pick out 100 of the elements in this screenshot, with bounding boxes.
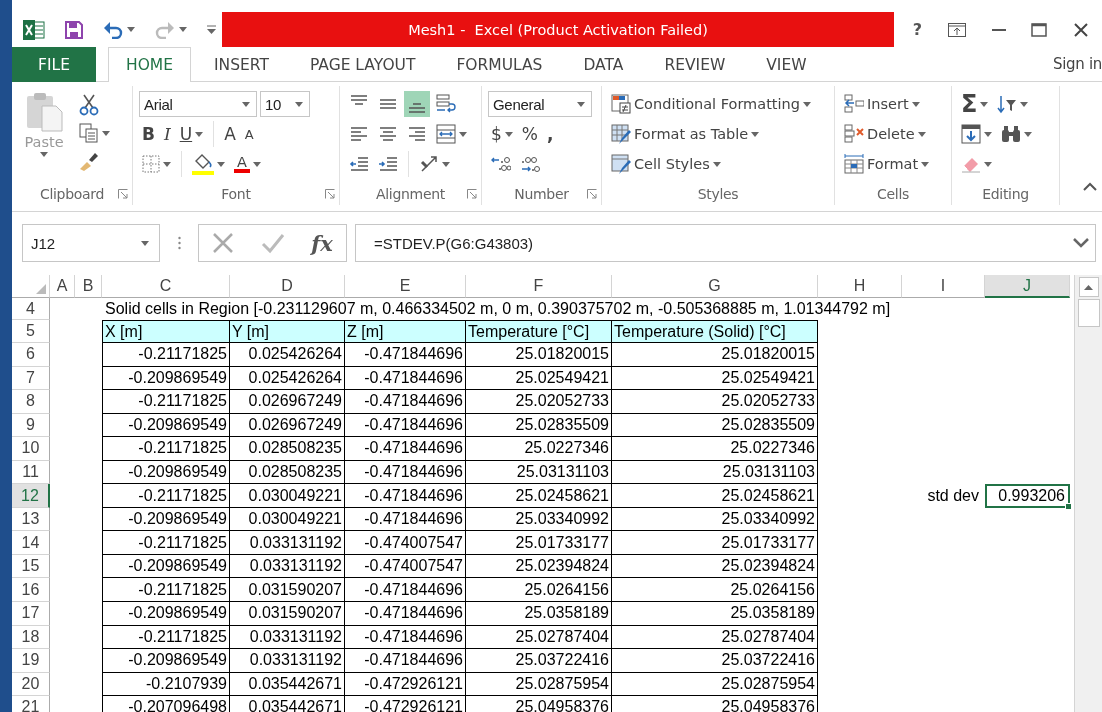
- ribbon-tab[interactable]: FILE: [12, 47, 96, 82]
- caret-icon: [442, 161, 450, 167]
- styles-command-button[interactable]: Conditional Formatting: [608, 91, 814, 117]
- excel-logo-icon[interactable]: [20, 17, 48, 42]
- caret-icon: [253, 161, 261, 167]
- styles-command-button[interactable]: Format as Table: [608, 121, 763, 147]
- merge-cells-button[interactable]: [433, 121, 470, 147]
- ribbon-tab[interactable]: PAGE LAYOUT: [291, 47, 434, 82]
- table-cell: -0.209869549: [102, 602, 230, 626]
- row-header[interactable]: 12: [12, 484, 50, 508]
- table-cell: -0.471844696: [345, 460, 466, 485]
- group-label: Number: [514, 186, 569, 202]
- underline-button[interactable]: U: [176, 121, 207, 147]
- align-lines-icon: [409, 103, 425, 113]
- ribbon-tab[interactable]: FORMULAS: [438, 47, 561, 82]
- insert-function-button[interactable]: fx: [309, 228, 335, 258]
- column-header[interactable]: G: [612, 275, 818, 298]
- help-button[interactable]: ?: [909, 17, 926, 42]
- column-header[interactable]: F: [466, 275, 612, 298]
- font-size-field[interactable]: 10: [260, 91, 310, 117]
- table-cell: -0.209869549: [102, 413, 230, 438]
- table-cell: 0.025426264: [230, 366, 345, 391]
- caret-icon: [917, 131, 926, 137]
- row-header[interactable]: 15: [12, 554, 50, 579]
- scroll-thumb[interactable]: [1077, 299, 1100, 327]
- fill-button[interactable]: [958, 121, 995, 147]
- column-header[interactable]: J: [985, 275, 1070, 298]
- table-cell: 25.02875954: [466, 672, 612, 697]
- ribbon-tab[interactable]: VIEW: [748, 47, 825, 82]
- row-header[interactable]: 19: [12, 649, 50, 673]
- vertical-scrollbar[interactable]: [1074, 275, 1102, 712]
- dialog-launcher-icon: [118, 189, 128, 199]
- increase-font-size-button[interactable]: A: [221, 121, 239, 147]
- styles-command-button[interactable]: Cell Styles: [608, 151, 724, 177]
- row-header[interactable]: 8: [12, 390, 50, 414]
- formula-field[interactable]: =STDEV.P(G6:G43803): [355, 224, 1096, 262]
- column-header[interactable]: A: [50, 275, 75, 298]
- cells-command-button[interactable]: Insert: [841, 91, 923, 117]
- caret-icon: [459, 131, 467, 137]
- scroll-up-button[interactable]: [1078, 277, 1099, 297]
- table-cell: -0.474007547: [345, 531, 466, 555]
- check-mark-icon: [260, 232, 285, 254]
- table-cell: 25.04958376: [466, 696, 612, 712]
- row-header[interactable]: 7: [12, 366, 50, 391]
- table-cell: 25.0358189: [466, 602, 612, 626]
- row-header[interactable]: 5: [12, 320, 50, 343]
- group-label: Cells: [877, 186, 909, 202]
- table-cell: 25.02787404: [612, 625, 818, 650]
- sign-in-link[interactable]: Sign in: [1052, 55, 1102, 73]
- cells-command-button[interactable]: Format: [841, 151, 933, 177]
- ribbon-tab[interactable]: HOME: [108, 47, 192, 82]
- row-header[interactable]: 4: [12, 298, 50, 320]
- row-header[interactable]: 10: [12, 437, 50, 461]
- row-header[interactable]: 17: [12, 602, 50, 626]
- column-header[interactable]: I: [902, 275, 985, 298]
- align-left-icon: [349, 124, 369, 144]
- column-heading-cell: Y [m]: [230, 320, 345, 343]
- result-cell[interactable]: 0.993206: [985, 484, 1070, 508]
- save-button[interactable]: [62, 18, 86, 41]
- caret-icon: [40, 152, 48, 157]
- autosum-button[interactable]: Σ: [958, 91, 992, 117]
- paint-bucket-icon: [192, 153, 214, 175]
- table-cell: 0.035442671: [230, 696, 345, 712]
- table-cell: 25.0264156: [466, 578, 612, 602]
- table-cell: -0.471844696: [345, 578, 466, 602]
- binoculars-icon: [1001, 125, 1021, 143]
- currency-button[interactable]: $: [488, 121, 516, 147]
- column-header[interactable]: H: [818, 275, 902, 298]
- cells-command-button[interactable]: Delete: [841, 121, 929, 147]
- name-box[interactable]: J12: [22, 224, 160, 262]
- row-header[interactable]: 16: [12, 578, 50, 602]
- row-header[interactable]: 6: [12, 343, 50, 367]
- row-header[interactable]: 18: [12, 625, 50, 650]
- row-header[interactable]: 13: [12, 507, 50, 532]
- row-header[interactable]: 9: [12, 413, 50, 438]
- column-header[interactable]: C: [102, 275, 230, 298]
- column-header[interactable]: D: [230, 275, 345, 298]
- column-header[interactable]: E: [345, 275, 466, 298]
- bold-button[interactable]: B: [139, 121, 158, 147]
- column-header[interactable]: B: [75, 275, 102, 298]
- customize-toolbar-button[interactable]: [204, 23, 219, 36]
- row-header[interactable]: 14: [12, 531, 50, 555]
- ribbon-tab[interactable]: DATA: [565, 47, 642, 82]
- row-header[interactable]: 21: [12, 696, 50, 712]
- vertical-align-button[interactable]: [404, 91, 430, 117]
- ribbon-tab[interactable]: REVIEW: [646, 47, 744, 82]
- percent-button[interactable]: %: [518, 121, 541, 147]
- italic-button[interactable]: I: [160, 121, 174, 147]
- number-format-field[interactable]: General: [488, 91, 592, 117]
- ribbon-tab[interactable]: INSERT: [196, 47, 287, 82]
- copy-button[interactable]: [76, 120, 113, 146]
- comma-style-button[interactable]: ,: [544, 121, 557, 147]
- row-header[interactable]: 20: [12, 672, 50, 697]
- caret-icon: [1020, 101, 1029, 107]
- font-color-button[interactable]: A: [231, 151, 264, 177]
- table-cell: 25.01820015: [612, 343, 818, 367]
- decrease-font-size-button[interactable]: A: [241, 121, 257, 147]
- font-name-field[interactable]: Arial: [139, 91, 257, 117]
- table-cell: 25.02458621: [612, 484, 818, 508]
- scissors-icon: [79, 94, 99, 116]
